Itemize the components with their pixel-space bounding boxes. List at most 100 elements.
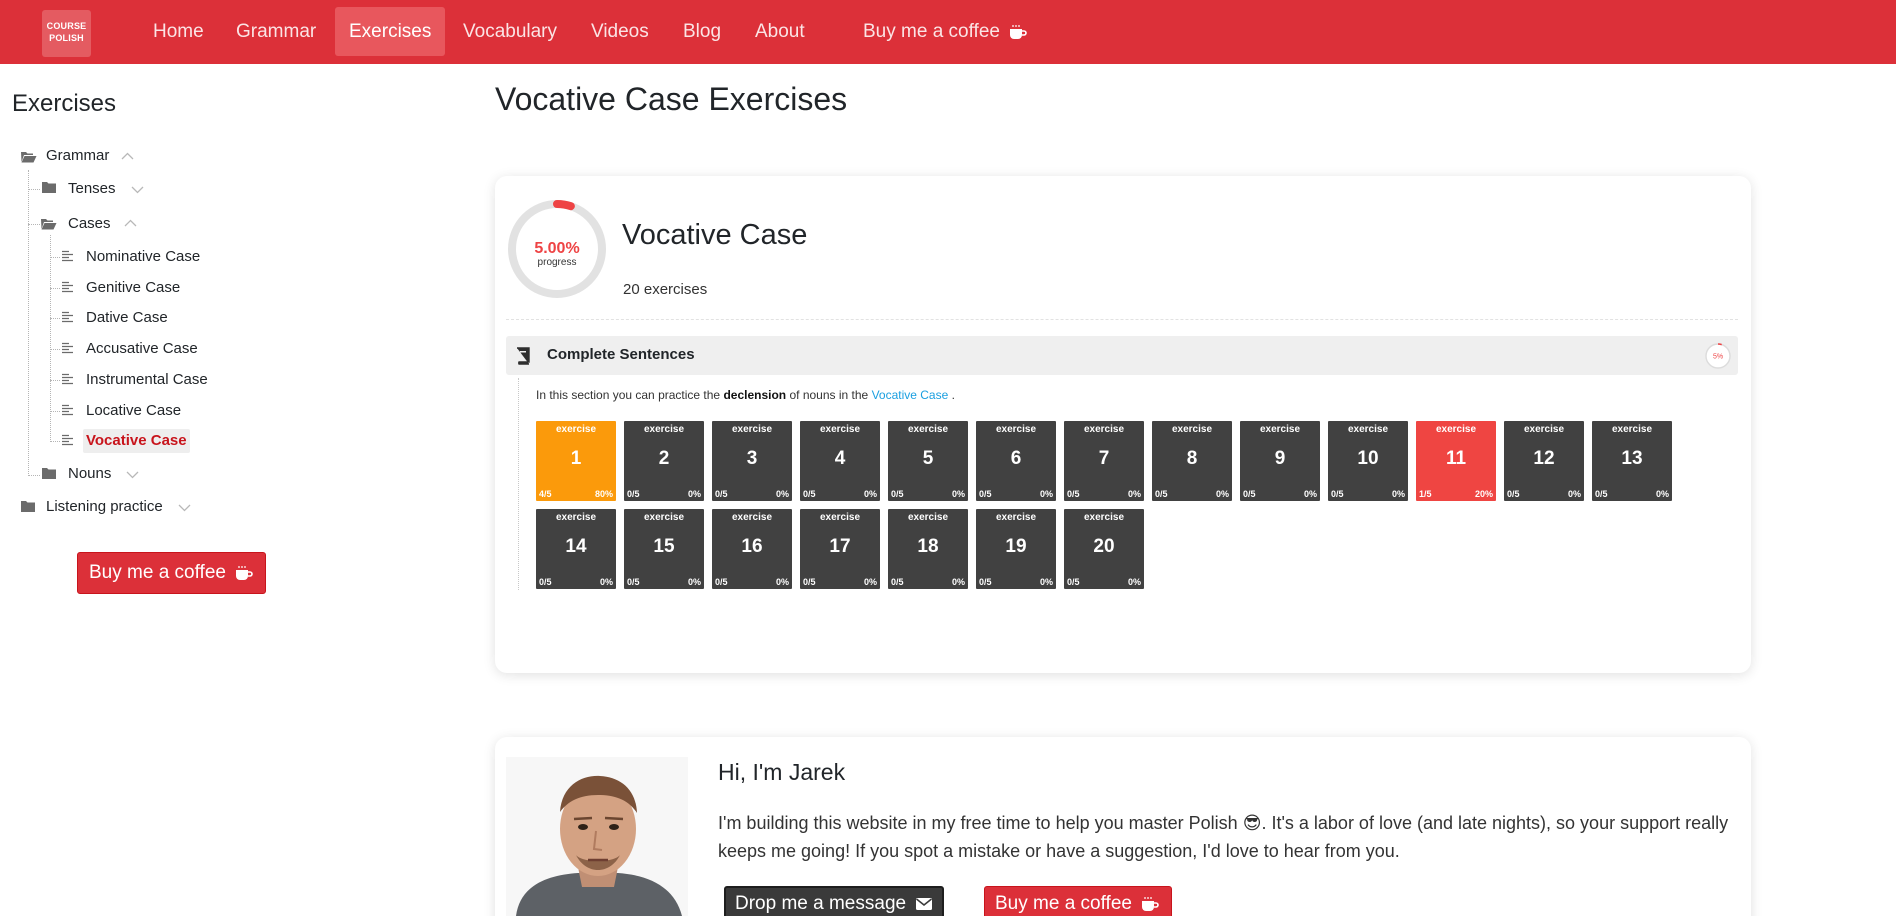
exercise-tile-percent: 0%	[1039, 489, 1053, 499]
exercise-tile-14[interactable]: exercise 14 0/5 0%	[536, 509, 616, 589]
exercise-tile-percent: 0%	[1127, 577, 1141, 587]
logo-text-top: COURSE	[46, 21, 87, 31]
tree-node-cases[interactable]: Cases	[65, 212, 114, 236]
exercise-tile-number: 6	[1010, 448, 1022, 469]
exercise-tile-18[interactable]: exercise 18 0/5 0%	[888, 509, 968, 589]
tree-node-nouns[interactable]: Nouns	[65, 462, 114, 486]
chevron-up-icon[interactable]	[121, 152, 134, 160]
sidebar-buy-coffee-label: Buy me a coffee	[89, 562, 226, 583]
nav-home[interactable]: Home	[139, 7, 218, 56]
nav-exercises[interactable]: Exercises	[335, 7, 446, 56]
drop-message-button[interactable]: Drop me a message	[724, 886, 945, 916]
exercise-tile-percent: 20%	[1474, 489, 1493, 499]
tree-node-vocative-case[interactable]: Vocative Case	[83, 429, 190, 453]
exercise-tile-score: 0/5	[1155, 489, 1168, 499]
book-icon	[517, 347, 530, 365]
chevron-up-icon[interactable]	[124, 219, 137, 227]
exercise-tile-4[interactable]: exercise 4 0/5 0%	[800, 421, 880, 501]
chevron-down-icon[interactable]	[178, 504, 191, 512]
exercise-tile-percent: 0%	[1127, 489, 1141, 499]
tree-guide-line	[50, 288, 60, 289]
tree-node-listening-practice[interactable]: Listening practice	[43, 495, 166, 519]
exercise-tile-number: 2	[658, 448, 670, 469]
exercise-tile-19[interactable]: exercise 19 0/5 0%	[976, 509, 1056, 589]
author-portrait	[506, 757, 688, 916]
exercise-tile-9[interactable]: exercise 9 0/5 0%	[1240, 421, 1320, 501]
exercise-tile-percent: 0%	[599, 577, 613, 587]
exercise-tile-label: exercise	[995, 424, 1037, 435]
nav-grammar[interactable]: Grammar	[222, 7, 330, 56]
nav-vocabulary[interactable]: Vocabulary	[449, 7, 571, 56]
exercise-tile-3[interactable]: exercise 3 0/5 0%	[712, 421, 792, 501]
exercise-tile-20[interactable]: exercise 20 0/5 0%	[1064, 509, 1144, 589]
nav-about[interactable]: About	[741, 7, 819, 56]
exercise-tile-label: exercise	[907, 424, 949, 435]
exercise-tile-label: exercise	[819, 424, 861, 435]
nav-blog[interactable]: Blog	[669, 7, 735, 56]
tree-node-genitive-case[interactable]: Genitive Case	[83, 276, 183, 300]
about-text-part: I'm building this website in my free tim…	[718, 813, 1238, 833]
logo-text-bottom: POLISH	[49, 33, 84, 43]
page-title: Vocative Case Exercises	[495, 81, 848, 117]
tree-node-accusative-case[interactable]: Accusative Case	[83, 337, 201, 361]
exercise-tile-score: 0/5	[979, 489, 992, 499]
site-logo[interactable]: COURSE POLISH	[42, 10, 91, 57]
exercise-tile-number: 4	[834, 448, 846, 469]
tree-node-tenses[interactable]: Tenses	[65, 177, 119, 201]
tree-node-grammar[interactable]: Grammar	[43, 144, 112, 168]
exercise-tile-2[interactable]: exercise 2 0/5 0%	[624, 421, 704, 501]
exercise-tile-percent: 0%	[1567, 489, 1581, 499]
exercise-tile-15[interactable]: exercise 15 0/5 0%	[624, 509, 704, 589]
exercise-tile-12[interactable]: exercise 12 0/5 0%	[1504, 421, 1584, 501]
tree-node-locative-case[interactable]: Locative Case	[83, 399, 184, 423]
exercise-tile-score: 0/5	[627, 489, 640, 499]
exercise-tile-6[interactable]: exercise 6 0/5 0%	[976, 421, 1056, 501]
folder-open-icon	[41, 219, 57, 230]
exercise-tile-10[interactable]: exercise 10 0/5 0%	[1328, 421, 1408, 501]
chevron-down-icon[interactable]	[131, 186, 144, 194]
vocative-case-link[interactable]: Vocative Case	[872, 388, 949, 402]
sidebar-buy-coffee-button[interactable]: Buy me a coffee	[77, 552, 267, 594]
tree-guide-line	[50, 411, 60, 412]
exercise-tile-label: exercise	[731, 424, 773, 435]
list-icon	[62, 404, 73, 416]
exercise-tile-score: 0/5	[1507, 489, 1520, 499]
tree-guide-line	[28, 189, 40, 190]
tree-guide-line	[50, 380, 60, 381]
nav-buy-coffee-label: Buy me a coffee	[863, 21, 1000, 42]
about-buy-coffee-button[interactable]: Buy me a coffee	[984, 886, 1173, 916]
coffee-cup-icon	[236, 565, 254, 580]
exercise-tile-number: 19	[1005, 536, 1027, 557]
exercise-tile-16[interactable]: exercise 16 0/5 0%	[712, 509, 792, 589]
exercise-tile-score: 0/5	[1595, 489, 1608, 499]
exercise-tile-score: 0/5	[891, 577, 904, 587]
progress-ring: 5.00% progress	[508, 200, 606, 298]
progress-percent: 5.00%	[534, 240, 579, 257]
exercise-tile-11[interactable]: exercise 11 1/5 20%	[1416, 421, 1496, 501]
tree-node-nominative-case[interactable]: Nominative Case	[83, 245, 203, 269]
exercise-tile-score: 0/5	[891, 489, 904, 499]
exercise-tile-5[interactable]: exercise 5 0/5 0%	[888, 421, 968, 501]
chevron-down-icon[interactable]	[126, 471, 139, 479]
exercise-tile-label: exercise	[1083, 424, 1125, 435]
tree-node-instrumental-case[interactable]: Instrumental Case	[83, 368, 211, 392]
exercise-tile-label: exercise	[819, 512, 861, 523]
nav-buy-coffee[interactable]: Buy me a coffee	[849, 7, 1041, 56]
exercise-tile-number: 16	[741, 536, 763, 557]
tree-guide-line	[50, 257, 60, 258]
tree-node-dative-case[interactable]: Dative Case	[83, 306, 171, 330]
exercise-tile-score: 0/5	[715, 489, 728, 499]
exercise-tile-1[interactable]: exercise 1 4/5 80%	[536, 421, 616, 501]
exercise-tile-13[interactable]: exercise 13 0/5 0%	[1592, 421, 1672, 501]
nav-videos[interactable]: Videos	[577, 7, 663, 56]
exercise-tile-label: exercise	[555, 424, 597, 435]
card-subtitle: 20 exercises	[623, 281, 708, 298]
desc-text: .	[951, 388, 955, 402]
exercise-tile-label: exercise	[907, 512, 949, 523]
coffee-cup-icon	[1142, 896, 1160, 911]
exercise-tile-17[interactable]: exercise 17 0/5 0%	[800, 509, 880, 589]
exercise-tile-7[interactable]: exercise 7 0/5 0%	[1064, 421, 1144, 501]
exercise-tile-8[interactable]: exercise 8 0/5 0%	[1152, 421, 1232, 501]
exercise-tile-percent: 80%	[594, 489, 613, 499]
section-progress-text: 5%	[1713, 354, 1723, 361]
